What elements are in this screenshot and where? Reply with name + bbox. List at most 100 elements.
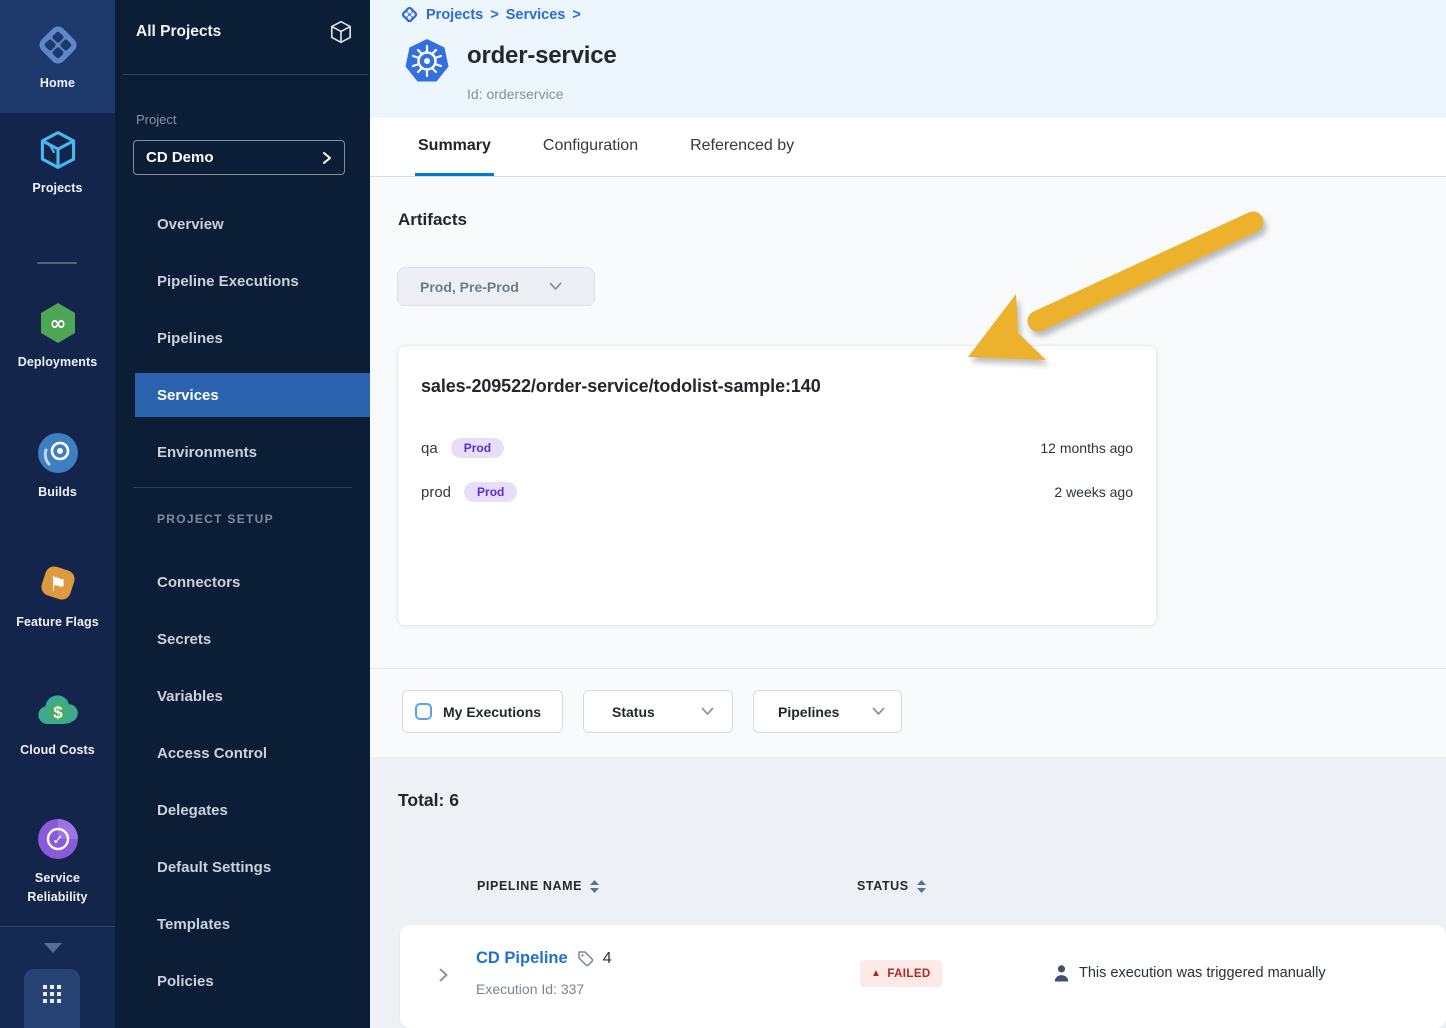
sidebar-item-file-store[interactable]: File Store	[135, 1016, 370, 1028]
sidebar-item-access-control[interactable]: Access Control	[135, 731, 370, 775]
sidebar-item-label: Connectors	[157, 574, 240, 591]
app-root: Home Projects ∞ Deployments	[0, 0, 1446, 1028]
sidebar-item-pipeline-executions[interactable]: Pipeline Executions	[135, 259, 370, 303]
sidebar-item-delegates[interactable]: Delegates	[135, 788, 370, 832]
chevron-down-icon	[549, 282, 562, 291]
rail-item-feature-flags[interactable]: ⚑ Feature Flags	[0, 560, 115, 631]
status-filter-dropdown[interactable]: Status	[583, 690, 733, 733]
module-rail: Home Projects ∞ Deployments	[0, 0, 115, 1028]
module-switcher-button[interactable]	[24, 969, 80, 1028]
env-name: prod	[421, 484, 451, 501]
harness-logo-icon	[400, 5, 419, 24]
breadcrumb-services-link[interactable]: Services	[506, 7, 566, 23]
sidebar-item-label: Access Control	[157, 745, 267, 762]
rail-item-projects[interactable]: Projects	[0, 128, 115, 197]
deploy-time: 2 weeks ago	[1054, 484, 1133, 500]
sidebar-item-pipelines[interactable]: Pipelines	[135, 316, 370, 360]
sidebar-item-secrets[interactable]: Secrets	[135, 617, 370, 661]
rail-item-builds[interactable]: Builds	[0, 430, 115, 501]
column-header-status[interactable]: STATUS	[857, 879, 926, 893]
sidebar-item-label: Services	[157, 387, 219, 404]
sidebar-item-connectors[interactable]: Connectors	[135, 560, 370, 604]
warning-triangle-icon: ▲	[871, 969, 881, 979]
sidebar-item-label: Policies	[157, 973, 214, 990]
sidebar-item-default-settings[interactable]: Default Settings	[135, 845, 370, 889]
environment-filter-dropdown[interactable]: Prod, Pre-Prod	[397, 267, 595, 306]
deployments-icon: ∞	[35, 300, 81, 346]
tag-icon	[577, 950, 594, 967]
chevron-down-icon	[701, 707, 714, 716]
service-id: Id: orderservice	[467, 86, 563, 102]
breadcrumb-separator: >	[490, 7, 498, 23]
service-reliability-icon: ✓	[35, 816, 81, 862]
rail-divider	[37, 262, 77, 264]
rail-label-deployments: Deployments	[18, 354, 98, 371]
rail-item-home[interactable]: Home	[0, 0, 115, 113]
breadcrumb-projects-link[interactable]: Projects	[426, 7, 483, 23]
project-sidebar: All Projects Project CD Demo Overview Pi…	[115, 0, 370, 1028]
pipelines-filter-dropdown[interactable]: Pipelines	[753, 690, 902, 733]
sidebar-item-policies[interactable]: Policies	[135, 959, 370, 1003]
column-header-label: PIPELINE NAME	[477, 879, 582, 893]
column-header-pipeline-name[interactable]: PIPELINE NAME	[477, 879, 599, 893]
status-badge-label: FAILED	[887, 968, 930, 980]
rail-label-feature-flags: Feature Flags	[16, 614, 99, 631]
tab-referenced-by[interactable]: Referenced by	[687, 118, 797, 176]
all-projects-row[interactable]: All Projects	[136, 14, 354, 50]
rail-label-projects: Projects	[32, 180, 82, 197]
sidebar-item-templates[interactable]: Templates	[135, 902, 370, 946]
rail-label-builds: Builds	[38, 484, 77, 501]
pipeline-link[interactable]: CD Pipeline	[476, 949, 568, 968]
sidebar-item-environments[interactable]: Environments	[135, 430, 370, 474]
sort-icon	[590, 880, 599, 893]
execution-row[interactable]: CD Pipeline 4 Execution Id: 337 ▲ FAILED…	[400, 925, 1446, 1028]
expand-row-chevron-icon[interactable]	[438, 967, 449, 988]
project-selector[interactable]: CD Demo	[133, 140, 345, 175]
sidebar-divider-setup	[133, 487, 352, 488]
svg-text:⚑: ⚑	[49, 572, 67, 596]
rail-label-service-reliability-line1: Service	[35, 870, 80, 887]
my-executions-filter[interactable]: My Executions	[402, 690, 563, 733]
status-filter-label: Status	[612, 704, 655, 720]
section-divider	[370, 668, 1446, 669]
collapse-rail-chevron-icon[interactable]	[44, 943, 62, 953]
rail-item-deployments[interactable]: ∞ Deployments	[0, 300, 115, 371]
tab-bar: Summary Configuration Referenced by	[370, 118, 1446, 177]
sidebar-item-label: Variables	[157, 688, 223, 705]
rail-label-cloud-costs: Cloud Costs	[20, 742, 95, 759]
sidebar-item-services[interactable]: Services	[135, 373, 370, 417]
column-header-label: STATUS	[857, 879, 909, 893]
harness-home-icon	[35, 22, 81, 68]
trigger-note: This execution was triggered manually	[1053, 964, 1326, 982]
trigger-note-text: This execution was triggered manually	[1079, 965, 1326, 981]
tab-configuration[interactable]: Configuration	[540, 118, 641, 176]
page-title: order-service	[467, 42, 617, 70]
breadcrumb: Projects > Services >	[400, 5, 581, 24]
sidebar-item-label: Delegates	[157, 802, 228, 819]
artifacts-heading: Artifacts	[398, 210, 467, 230]
svg-text:$: $	[53, 703, 63, 722]
all-projects-label: All Projects	[136, 23, 221, 41]
kubernetes-service-icon	[403, 37, 451, 90]
breadcrumb-separator: >	[572, 7, 580, 23]
cloud-costs-icon: $	[34, 688, 82, 734]
sidebar-item-overview[interactable]: Overview	[135, 202, 370, 246]
sort-icon	[917, 880, 926, 893]
project-section-label: Project	[136, 112, 176, 127]
tab-summary[interactable]: Summary	[415, 118, 494, 176]
artifact-env-row-prod: prod Prod 2 weeks ago	[421, 470, 1133, 514]
artifact-env-row-qa: qa Prod 12 months ago	[421, 426, 1133, 470]
my-executions-checkbox[interactable]	[415, 703, 432, 720]
main-content: Projects > Services >	[370, 0, 1446, 1028]
builds-icon	[35, 430, 81, 476]
artifact-card: sales-209522/order-service/todolist-samp…	[397, 345, 1157, 626]
sidebar-item-label: Overview	[157, 216, 224, 233]
rail-item-service-reliability[interactable]: ✓ Service Reliability	[0, 816, 115, 906]
rail-item-cloud-costs[interactable]: $ Cloud Costs	[0, 688, 115, 759]
rail-bottom-section	[0, 926, 115, 1028]
feature-flags-icon: ⚑	[35, 560, 81, 606]
environment-filter-value: Prod, Pre-Prod	[420, 279, 519, 295]
sidebar-item-label: Secrets	[157, 631, 211, 648]
svg-text:∞: ∞	[49, 311, 66, 335]
sidebar-item-variables[interactable]: Variables	[135, 674, 370, 718]
